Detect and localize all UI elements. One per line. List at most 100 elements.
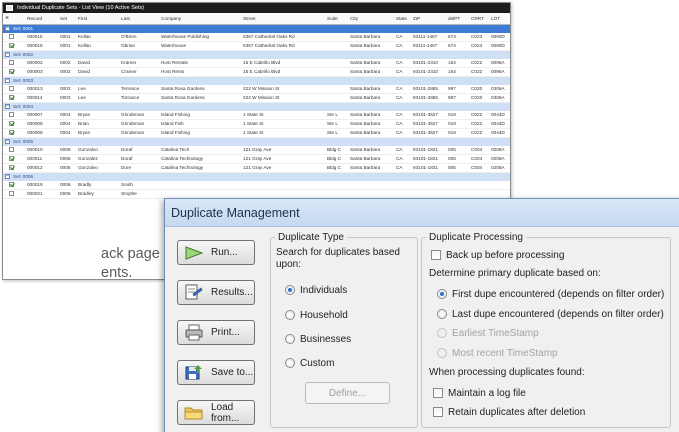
table-row[interactable]: 000010 0005 Gonzalvo Doraf Catalina Tech 121 … xyxy=(3,146,510,155)
collapse-icon[interactable]: – xyxy=(5,26,10,32)
collapse-icon[interactable]: – xyxy=(5,52,10,58)
backup-checkbox[interactable]: Back up before processing xyxy=(431,248,564,262)
row-checkbox[interactable] xyxy=(9,95,14,101)
define-button[interactable]: Define... xyxy=(305,382,390,404)
table-cell: 93101-1831 xyxy=(411,154,446,164)
table-cell: Catalina Technology xyxy=(159,154,241,164)
row-checkbox[interactable] xyxy=(9,60,14,66)
radio-recent-timestamp[interactable]: Most recent TimeStamp xyxy=(437,346,558,360)
column-header[interactable]: City xyxy=(348,13,394,25)
row-checkbox[interactable] xyxy=(9,43,14,49)
table-cell: 0002 xyxy=(58,59,76,68)
row-checkbox[interactable] xyxy=(9,86,14,92)
radio-custom-dot xyxy=(285,358,295,368)
table-row[interactable]: 000011 0005 Gonzalez Doraf Catalina Technolo… xyxy=(3,154,510,164)
table-cell: 000016 xyxy=(25,41,58,51)
row-checkbox[interactable] xyxy=(9,147,14,153)
table-row[interactable]: 000019 0006 Bradly Smith xyxy=(3,181,510,190)
table-cell: Santa Barbara xyxy=(348,33,394,42)
column-header[interactable]: State xyxy=(394,13,411,25)
table-cell: 000013 xyxy=(25,85,58,94)
table-row[interactable]: 000014 0003 Lee Torrance Santa Rosa Gardens 2… xyxy=(3,93,510,103)
table-row[interactable]: 000015 0001 Kellan O'Brien Waterhouse Publis… xyxy=(3,33,510,42)
column-header[interactable]: CRRT xyxy=(469,13,489,25)
results-button[interactable]: Results... xyxy=(177,280,255,305)
table-row[interactable]: 000013 0003 Lee Terrence Santa Rosa Gardens 2… xyxy=(3,85,510,94)
table-cell: Island Fish xyxy=(159,119,241,129)
set-header-row[interactable]: – Set: 0004 xyxy=(3,102,510,111)
row-checkbox[interactable] xyxy=(9,156,14,162)
table-row[interactable]: 000009 0004 Bryan Grindeman Island Fishing 1 … xyxy=(3,128,510,138)
close-x-icon[interactable]: × xyxy=(3,13,25,25)
set-header-row[interactable]: – Set: 0001 xyxy=(3,24,510,33)
column-header[interactable]: Suite xyxy=(325,13,348,25)
table-row[interactable]: 000012 0005 Gonzalvo Dore Catalina Technolog… xyxy=(3,163,510,173)
column-header[interactable]: Last xyxy=(119,13,159,25)
table-cell: Santa Barbara xyxy=(348,85,394,94)
radio-businesses[interactable]: Businesses xyxy=(285,332,351,346)
set-header-row[interactable]: – Set: 0002 xyxy=(3,50,510,59)
row-checkbox[interactable] xyxy=(9,191,14,197)
set-header-row[interactable]: – Set: 0006 xyxy=(3,172,510,181)
table-row[interactable]: 000007 0004 Bryan Grindeman Island Fishing 1 … xyxy=(3,111,510,120)
radio-first-dupe[interactable]: First dupe encountered (depends on filte… xyxy=(437,287,664,301)
table-cell: 93101-2310 xyxy=(411,67,446,77)
column-header[interactable]: ZIP xyxy=(411,13,446,25)
column-header[interactable]: Record xyxy=(25,13,58,25)
run-button[interactable]: Run... xyxy=(177,240,255,265)
retain-duplicates-checkbox[interactable]: Retain duplicates after deletion xyxy=(433,405,585,419)
row-checkbox[interactable] xyxy=(9,69,14,75)
table-cell: 997 xyxy=(446,85,469,94)
table-cell: 0096A xyxy=(489,67,510,77)
collapse-icon[interactable]: – xyxy=(5,104,10,110)
collapse-icon[interactable]: – xyxy=(5,139,10,145)
window-icon xyxy=(6,5,13,11)
table-cell: 0003 xyxy=(58,93,76,103)
row-checkbox[interactable] xyxy=(9,182,14,188)
radio-custom-label: Custom xyxy=(300,357,335,369)
table-cell: 5367 Cathedral Oaks Rd xyxy=(241,33,325,42)
collapse-icon[interactable]: – xyxy=(5,174,10,180)
radio-individuals[interactable]: Individuals xyxy=(285,283,347,297)
set-header-row[interactable]: – Set: 0003 xyxy=(3,76,510,85)
radio-earliest-timestamp-dot xyxy=(437,328,447,338)
table-cell: 0208A xyxy=(489,146,510,155)
radio-household[interactable]: Household xyxy=(285,308,348,322)
column-header[interactable]: LOT xyxy=(489,13,510,25)
list-window-titlebar: Individual Duplicate Sets - List View (1… xyxy=(3,3,510,13)
save-to-button[interactable]: Save to... xyxy=(177,360,255,385)
row-checkbox[interactable] xyxy=(9,121,14,127)
table-cell xyxy=(394,181,411,190)
table-cell: 93101-2865 xyxy=(411,93,446,103)
table-cell: C020 xyxy=(469,85,489,94)
radio-earliest-timestamp[interactable]: Earliest TimeStamp xyxy=(437,326,539,340)
column-header[interactable]: First xyxy=(76,13,119,25)
table-row[interactable]: 000003 0002 David Cramer Host Rents 15 E Cabr… xyxy=(3,67,510,77)
printer-icon xyxy=(183,324,205,341)
column-header[interactable]: Company xyxy=(159,13,241,25)
table-cell: Waterhouse xyxy=(159,41,241,51)
table-cell: 0005 xyxy=(58,146,76,155)
log-file-checkbox[interactable]: Maintain a log file xyxy=(433,386,526,400)
radio-last-dupe[interactable]: Last dupe encountered (depends on filter… xyxy=(437,307,664,321)
table-cell: 0001 xyxy=(58,41,76,51)
row-checkbox[interactable] xyxy=(9,130,14,136)
table-cell: 000015 xyxy=(25,33,58,42)
row-checkbox[interactable] xyxy=(9,112,14,118)
table-row[interactable]: 000016 0001 Kellan Obrian Waterhouse 5367 Cat… xyxy=(3,41,510,51)
table-row[interactable]: 000008 0004 Brian Grindeman Island Fish 1 Sta… xyxy=(3,119,510,129)
radio-custom[interactable]: Custom xyxy=(285,356,334,370)
print-button[interactable]: Print... xyxy=(177,320,255,345)
set-header-row[interactable]: – Set: 0005 xyxy=(3,137,510,146)
column-header[interactable]: delPT xyxy=(446,13,469,25)
column-header[interactable]: Set xyxy=(58,13,76,25)
table-cell: C004 xyxy=(469,146,489,155)
row-checkbox[interactable] xyxy=(9,165,14,171)
collapse-icon[interactable]: – xyxy=(5,78,10,84)
table-row[interactable]: 000002 0002 David Kramer Host Rentals 15 E Ca… xyxy=(3,59,510,68)
load-from-button[interactable]: Load from... xyxy=(177,400,255,425)
set-label: Set: 0002 xyxy=(13,52,34,57)
row-checkbox[interactable] xyxy=(9,34,14,40)
column-header[interactable]: Street xyxy=(241,13,325,25)
table-cell: 000011 xyxy=(25,154,58,164)
